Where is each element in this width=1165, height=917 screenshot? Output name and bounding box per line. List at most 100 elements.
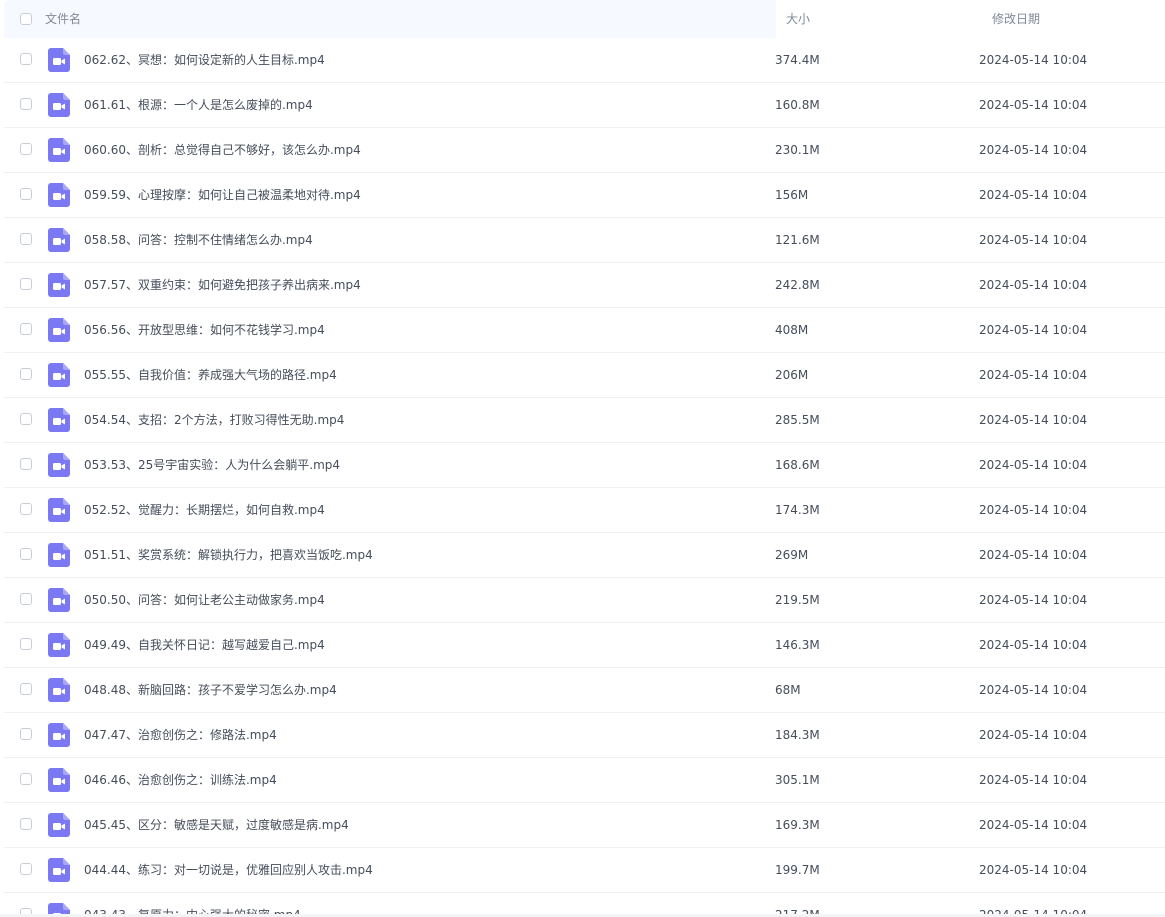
video-file-icon [48,588,70,612]
video-file-icon [48,273,70,297]
file-size: 285.5M [775,413,820,427]
video-file-icon [48,453,70,477]
file-modified-date: 2024-05-14 10:04 [979,818,1088,832]
file-name[interactable]: 048.48、新脑回路：孩子不爱学习怎么办.mp4 [84,668,337,712]
row-checkbox[interactable] [20,818,32,830]
row-checkbox[interactable] [20,593,32,605]
column-header-date[interactable]: 修改日期 [992,0,1040,38]
file-name[interactable]: 057.57、双重约束：如何避免把孩子养出病来.mp4 [84,263,361,307]
file-name[interactable]: 055.55、自我价值：养成强大气场的路径.mp4 [84,353,337,397]
file-row[interactable]: 056.56、开放型思维：如何不花钱学习.mp4 408M 2024-05-14… [0,308,1165,353]
row-checkbox[interactable] [20,53,32,65]
file-name[interactable]: 049.49、自我关怀日记：越写越爱自己.mp4 [84,623,325,667]
file-name[interactable]: 044.44、练习：对一切说是，优雅回应别人攻击.mp4 [84,848,373,892]
row-checkbox[interactable] [20,143,32,155]
file-row[interactable]: 049.49、自我关怀日记：越写越爱自己.mp4 146.3M 2024-05-… [0,623,1165,668]
row-checkbox[interactable] [20,863,32,875]
row-checkbox[interactable] [20,683,32,695]
file-row[interactable]: 058.58、问答：控制不住情绪怎么办.mp4 121.6M 2024-05-1… [0,218,1165,263]
table-header: 文件名 大小 修改日期 [0,0,1165,38]
row-checkbox[interactable] [20,458,32,470]
column-header-name[interactable]: 文件名 [45,0,81,38]
file-modified-date: 2024-05-14 10:04 [979,233,1088,247]
file-name[interactable]: 059.59、心理按摩：如何让自己被温柔地对待.mp4 [84,173,361,217]
file-modified-date: 2024-05-14 10:04 [979,323,1088,337]
file-row[interactable]: 050.50、问答：如何让老公主动做家务.mp4 219.5M 2024-05-… [0,578,1165,623]
video-file-icon [48,183,70,207]
file-row[interactable]: 057.57、双重约束：如何避免把孩子养出病来.mp4 242.8M 2024-… [0,263,1165,308]
file-name[interactable]: 047.47、治愈创伤之：修路法.mp4 [84,713,277,757]
file-row[interactable]: 052.52、觉醒力：长期摆烂，如何自救.mp4 174.3M 2024-05-… [0,488,1165,533]
file-name[interactable]: 050.50、问答：如何让老公主动做家务.mp4 [84,578,325,622]
file-row[interactable]: 062.62、冥想：如何设定新的人生目标.mp4 374.4M 2024-05-… [0,38,1165,83]
video-file-icon [48,48,70,72]
file-name[interactable]: 062.62、冥想：如何设定新的人生目标.mp4 [84,38,325,82]
video-file-icon [48,858,70,882]
file-size: 146.3M [775,638,820,652]
file-modified-date: 2024-05-14 10:04 [979,863,1088,877]
video-file-icon [48,723,70,747]
file-row[interactable]: 044.44、练习：对一切说是，优雅回应别人攻击.mp4 199.7M 2024… [0,848,1165,893]
row-checkbox[interactable] [20,98,32,110]
file-modified-date: 2024-05-14 10:04 [979,53,1088,67]
video-file-icon [48,633,70,657]
file-size: 230.1M [775,143,820,157]
row-checkbox[interactable] [20,368,32,380]
file-modified-date: 2024-05-14 10:04 [979,773,1088,787]
file-name[interactable]: 054.54、支招：2个方法，打败习得性无助.mp4 [84,398,344,442]
file-row[interactable]: 045.45、区分：敏感是天赋，过度敏感是病.mp4 169.3M 2024-0… [0,803,1165,848]
file-name[interactable]: 060.60、剖析：总觉得自己不够好，该怎么办.mp4 [84,128,361,172]
video-file-icon [48,363,70,387]
row-checkbox[interactable] [20,278,32,290]
row-checkbox[interactable] [20,188,32,200]
row-checkbox[interactable] [20,233,32,245]
file-name[interactable]: 046.46、治愈创伤之：训练法.mp4 [84,758,277,802]
file-modified-date: 2024-05-14 10:04 [979,98,1088,112]
video-file-icon [48,768,70,792]
file-row[interactable]: 047.47、治愈创伤之：修路法.mp4 184.3M 2024-05-14 1… [0,713,1165,758]
row-checkbox[interactable] [20,728,32,740]
file-row[interactable]: 061.61、根源：一个人是怎么废掉的.mp4 160.8M 2024-05-1… [0,83,1165,128]
file-name[interactable]: 053.53、25号宇宙实验：人为什么会躺平.mp4 [84,443,340,487]
file-name[interactable]: 058.58、问答：控制不住情绪怎么办.mp4 [84,218,313,262]
video-file-icon [48,138,70,162]
file-name[interactable]: 045.45、区分：敏感是天赋，过度敏感是病.mp4 [84,803,349,847]
file-row[interactable]: 051.51、奖赏系统：解锁执行力，把喜欢当饭吃.mp4 269M 2024-0… [0,533,1165,578]
video-file-icon [48,813,70,837]
file-row[interactable]: 059.59、心理按摩：如何让自己被温柔地对待.mp4 156M 2024-05… [0,173,1165,218]
row-checkbox[interactable] [20,413,32,425]
file-name[interactable]: 061.61、根源：一个人是怎么废掉的.mp4 [84,83,313,127]
video-file-icon [48,408,70,432]
file-name[interactable]: 051.51、奖赏系统：解锁执行力，把喜欢当饭吃.mp4 [84,533,373,577]
file-size: 219.5M [775,593,820,607]
file-name[interactable]: 052.52、觉醒力：长期摆烂，如何自救.mp4 [84,488,325,532]
column-header-size[interactable]: 大小 [786,0,810,38]
header-name-background [4,0,776,38]
row-checkbox[interactable] [20,548,32,560]
file-size: 68M [775,683,801,697]
file-size: 269M [775,548,809,562]
file-row[interactable]: 053.53、25号宇宙实验：人为什么会躺平.mp4 168.6M 2024-0… [0,443,1165,488]
file-modified-date: 2024-05-14 10:04 [979,638,1088,652]
file-size: 168.6M [775,458,820,472]
file-list: 文件名 大小 修改日期 062.62、冥想：如何设定新的人生目标.mp4 374… [0,0,1165,917]
file-size: 169.3M [775,818,820,832]
select-all-checkbox[interactable] [20,13,32,25]
file-size: 408M [775,323,809,337]
file-row[interactable]: 046.46、治愈创伤之：训练法.mp4 305.1M 2024-05-14 1… [0,758,1165,803]
file-size: 374.4M [775,53,820,67]
file-row[interactable]: 055.55、自我价值：养成强大气场的路径.mp4 206M 2024-05-1… [0,353,1165,398]
file-modified-date: 2024-05-14 10:04 [979,548,1088,562]
row-checkbox[interactable] [20,638,32,650]
file-modified-date: 2024-05-14 10:04 [979,278,1088,292]
file-row[interactable]: 060.60、剖析：总觉得自己不够好，该怎么办.mp4 230.1M 2024-… [0,128,1165,173]
file-row[interactable]: 054.54、支招：2个方法，打败习得性无助.mp4 285.5M 2024-0… [0,398,1165,443]
row-checkbox[interactable] [20,323,32,335]
row-checkbox[interactable] [20,503,32,515]
row-checkbox[interactable] [20,773,32,785]
file-size: 174.3M [775,503,820,517]
video-file-icon [48,498,70,522]
file-size: 206M [775,368,809,382]
file-name[interactable]: 056.56、开放型思维：如何不花钱学习.mp4 [84,308,325,352]
file-row[interactable]: 048.48、新脑回路：孩子不爱学习怎么办.mp4 68M 2024-05-14… [0,668,1165,713]
